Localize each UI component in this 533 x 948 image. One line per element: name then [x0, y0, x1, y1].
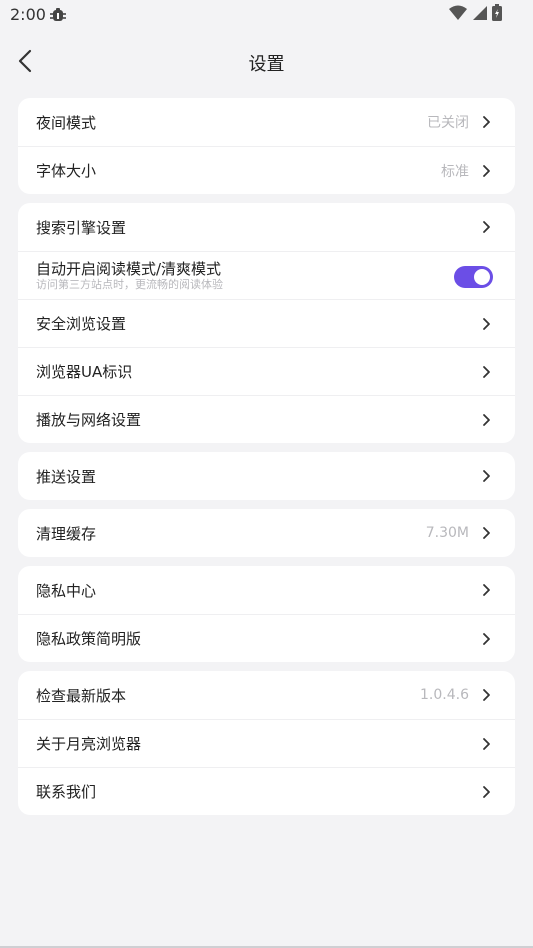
setting-label: 联系我们 — [36, 783, 97, 801]
setting-value: 7.30M — [425, 525, 469, 541]
toggle-knob — [474, 269, 490, 285]
setting-label: 安全浏览设置 — [36, 315, 127, 333]
chevron-right-icon — [481, 365, 491, 379]
setting-row-push[interactable]: 推送设置 — [18, 452, 515, 500]
setting-label: 浏览器UA标识 — [36, 363, 133, 381]
chevron-right-icon — [481, 413, 491, 427]
setting-sublabel: 访问第三方站点时，更流畅的阅读体验 — [36, 277, 223, 291]
setting-value: 1.0.4.6 — [420, 687, 469, 703]
setting-row-privacy-policy[interactable]: 隐私政策简明版 — [18, 614, 515, 662]
setting-row-playback-network[interactable]: 播放与网络设置 — [18, 395, 515, 443]
settings-group-cache: 清理缓存 7.30M — [18, 509, 515, 557]
setting-label: 自动开启阅读模式/清爽模式 — [36, 259, 222, 278]
battery-icon — [491, 4, 503, 26]
signal-icon — [471, 5, 487, 25]
setting-row-check-update[interactable]: 检查最新版本 1.0.4.6 — [18, 671, 515, 719]
setting-label: 关于月亮浏览器 — [36, 735, 142, 753]
setting-row-contact-us[interactable]: 联系我们 — [18, 767, 515, 815]
chevron-right-icon — [481, 317, 491, 331]
wifi-icon — [449, 5, 467, 25]
settings-group-about: 检查最新版本 1.0.4.6 关于月亮浏览器 联系我们 — [18, 671, 515, 815]
setting-row-about[interactable]: 关于月亮浏览器 — [18, 719, 515, 767]
setting-label: 清理缓存 — [36, 524, 97, 543]
header: 设置 — [0, 36, 533, 90]
setting-row-user-agent[interactable]: 浏览器UA标识 — [18, 347, 515, 395]
setting-label: 字体大小 — [36, 162, 97, 180]
setting-value: 已关闭 — [427, 115, 469, 131]
setting-label: 推送设置 — [36, 467, 97, 486]
reader-mode-toggle[interactable] — [454, 266, 493, 288]
chevron-right-icon — [481, 688, 491, 702]
setting-row-clear-cache[interactable]: 清理缓存 7.30M — [18, 509, 515, 557]
setting-row-search-engine[interactable]: 搜索引擎设置 — [18, 203, 515, 251]
chevron-right-icon — [481, 632, 491, 646]
setting-row-night-mode[interactable]: 夜间模式 已关闭 — [18, 98, 515, 146]
settings-group-browsing: 搜索引擎设置 自动开启阅读模式/清爽模式 访问第三方站点时，更流畅的阅读体验 安… — [18, 203, 515, 443]
setting-row-privacy-center[interactable]: 隐私中心 — [18, 566, 515, 614]
status-bar: 2:00 — [0, 0, 533, 30]
chevron-right-icon — [481, 583, 491, 597]
setting-label: 隐私中心 — [36, 581, 97, 600]
chevron-right-icon — [481, 469, 491, 483]
chevron-right-icon — [481, 737, 491, 751]
settings-group-display: 夜间模式 已关闭 字体大小 标准 — [18, 98, 515, 194]
setting-value: 标准 — [441, 163, 469, 180]
chevron-right-icon — [481, 526, 491, 540]
settings-group-push: 推送设置 — [18, 452, 515, 500]
notification-bug-icon — [49, 6, 67, 24]
setting-row-auto-reader-mode: 自动开启阅读模式/清爽模式 访问第三方站点时，更流畅的阅读体验 — [18, 251, 515, 299]
setting-label: 检查最新版本 — [36, 686, 127, 705]
chevron-right-icon — [481, 164, 491, 178]
setting-label: 搜索引擎设置 — [36, 218, 127, 237]
chevron-right-icon — [481, 220, 491, 234]
setting-row-font-size[interactable]: 字体大小 标准 — [18, 146, 515, 194]
status-time: 2:00 — [10, 5, 46, 24]
setting-label: 隐私政策简明版 — [36, 630, 142, 648]
settings-group-privacy: 隐私中心 隐私政策简明版 — [18, 566, 515, 662]
setting-row-safe-browsing[interactable]: 安全浏览设置 — [18, 299, 515, 347]
setting-label: 夜间模式 — [36, 113, 97, 132]
setting-label: 播放与网络设置 — [36, 411, 142, 429]
chevron-right-icon — [481, 785, 491, 799]
page-title: 设置 — [248, 54, 285, 75]
chevron-right-icon — [481, 115, 491, 129]
